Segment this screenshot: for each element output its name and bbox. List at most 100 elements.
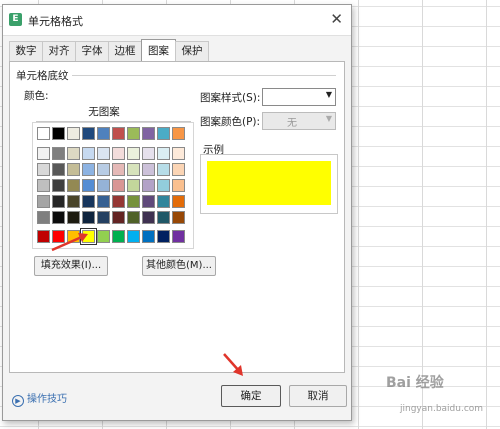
- color-swatch[interactable]: [37, 195, 50, 208]
- color-swatch[interactable]: [67, 147, 80, 160]
- chevron-down-icon: ▼: [325, 114, 332, 123]
- ok-button[interactable]: 确定: [221, 385, 281, 407]
- color-swatch[interactable]: [37, 147, 50, 160]
- color-swatch[interactable]: [172, 195, 185, 208]
- color-swatch[interactable]: [157, 127, 170, 140]
- color-swatch[interactable]: [142, 195, 155, 208]
- chevron-down-icon: ▼: [325, 90, 332, 99]
- color-swatch[interactable]: [157, 211, 170, 224]
- dialog-title: 单元格格式: [28, 15, 83, 28]
- color-swatch[interactable]: [82, 127, 95, 140]
- format-cells-dialog: E 单元格格式 ✕ 数字 对齐 字体 边框 图案 保护 单元格底纹 颜色: 无图…: [2, 4, 352, 421]
- color-swatch[interactable]: [157, 147, 170, 160]
- color-swatch[interactable]: [127, 127, 140, 140]
- color-swatch[interactable]: [97, 230, 110, 243]
- color-swatch[interactable]: [97, 147, 110, 160]
- color-swatch[interactable]: [112, 211, 125, 224]
- color-label: 颜色:: [24, 90, 49, 102]
- tab-font[interactable]: 字体: [75, 41, 109, 61]
- color-swatch[interactable]: [142, 147, 155, 160]
- color-swatch[interactable]: [37, 211, 50, 224]
- color-swatch[interactable]: [142, 179, 155, 192]
- color-swatch[interactable]: [172, 163, 185, 176]
- color-swatch[interactable]: [82, 195, 95, 208]
- color-swatch[interactable]: [82, 211, 95, 224]
- dialog-titlebar: E 单元格格式 ✕: [3, 5, 351, 36]
- color-swatch[interactable]: [37, 163, 50, 176]
- color-swatch[interactable]: [172, 230, 185, 243]
- color-swatch[interactable]: [142, 163, 155, 176]
- pattern-color-label: 图案颜色(P):: [200, 116, 261, 128]
- pattern-style-select[interactable]: ▼: [262, 88, 336, 106]
- color-swatch[interactable]: [82, 147, 95, 160]
- color-swatch[interactable]: [172, 147, 185, 160]
- color-swatch[interactable]: [97, 163, 110, 176]
- tab-alignment[interactable]: 对齐: [42, 41, 76, 61]
- color-swatch[interactable]: [112, 127, 125, 140]
- color-swatch[interactable]: [37, 127, 50, 140]
- color-swatch[interactable]: [82, 179, 95, 192]
- group-divider: [72, 75, 336, 76]
- tab-border[interactable]: 边框: [108, 41, 142, 61]
- color-swatch[interactable]: [67, 127, 80, 140]
- color-swatch[interactable]: [52, 163, 65, 176]
- color-swatch[interactable]: [112, 230, 125, 243]
- app-icon: E: [9, 13, 22, 26]
- color-swatch[interactable]: [127, 230, 140, 243]
- color-swatch[interactable]: [67, 163, 80, 176]
- color-swatch[interactable]: [127, 163, 140, 176]
- color-swatch[interactable]: [97, 127, 110, 140]
- color-swatch[interactable]: [97, 211, 110, 224]
- color-swatch[interactable]: [157, 179, 170, 192]
- color-swatch[interactable]: [172, 179, 185, 192]
- color-swatch[interactable]: [172, 127, 185, 140]
- color-swatch[interactable]: [97, 179, 110, 192]
- color-swatch[interactable]: [142, 127, 155, 140]
- baidu-watermark: Bai 经验 jingyan.baidu.com: [386, 372, 498, 424]
- fill-effects-button[interactable]: 填充效果(I)...: [34, 256, 108, 276]
- sample-preview: [200, 154, 338, 214]
- color-swatch[interactable]: [127, 211, 140, 224]
- red-annotation-arrow-icon: [51, 233, 88, 252]
- color-swatch[interactable]: [67, 195, 80, 208]
- close-button[interactable]: ✕: [330, 10, 343, 28]
- tab-number[interactable]: 数字: [9, 41, 43, 61]
- color-swatch[interactable]: [112, 179, 125, 192]
- watermark-url: jingyan.baidu.com: [400, 404, 484, 414]
- no-pattern-option[interactable]: 无图案: [86, 104, 122, 119]
- color-swatch[interactable]: [52, 179, 65, 192]
- tips-label: 操作技巧: [27, 394, 67, 405]
- close-icon: ✕: [330, 10, 343, 28]
- color-swatch[interactable]: [97, 195, 110, 208]
- pattern-color-select[interactable]: 无 ▼: [262, 112, 336, 130]
- color-swatch[interactable]: [142, 230, 155, 243]
- color-swatch[interactable]: [112, 147, 125, 160]
- color-swatch[interactable]: [127, 147, 140, 160]
- color-swatch[interactable]: [142, 211, 155, 224]
- color-swatch[interactable]: [112, 163, 125, 176]
- color-swatch[interactable]: [82, 163, 95, 176]
- red-annotation-arrow-icon: [223, 353, 243, 376]
- watermark-logo-text: Bai 经验: [386, 375, 444, 391]
- color-swatch[interactable]: [52, 211, 65, 224]
- color-swatch[interactable]: [67, 179, 80, 192]
- tab-protection[interactable]: 保护: [175, 41, 209, 61]
- color-swatch[interactable]: [157, 230, 170, 243]
- color-swatch[interactable]: [52, 127, 65, 140]
- color-swatch[interactable]: [127, 195, 140, 208]
- tips-link[interactable]: ▶ 操作技巧: [12, 390, 67, 407]
- color-swatch[interactable]: [127, 179, 140, 192]
- pattern-style-label: 图案样式(S):: [200, 92, 261, 104]
- color-swatch[interactable]: [67, 211, 80, 224]
- color-swatch[interactable]: [157, 163, 170, 176]
- tab-patterns[interactable]: 图案: [141, 39, 176, 62]
- more-colors-button[interactable]: 其他颜色(M)...: [142, 256, 216, 276]
- color-swatch[interactable]: [37, 179, 50, 192]
- cancel-button[interactable]: 取消: [289, 385, 347, 407]
- color-swatch[interactable]: [112, 195, 125, 208]
- color-swatch[interactable]: [52, 195, 65, 208]
- color-swatch[interactable]: [172, 211, 185, 224]
- color-swatch[interactable]: [52, 147, 65, 160]
- color-swatch[interactable]: [157, 195, 170, 208]
- sample-fill: [207, 161, 331, 205]
